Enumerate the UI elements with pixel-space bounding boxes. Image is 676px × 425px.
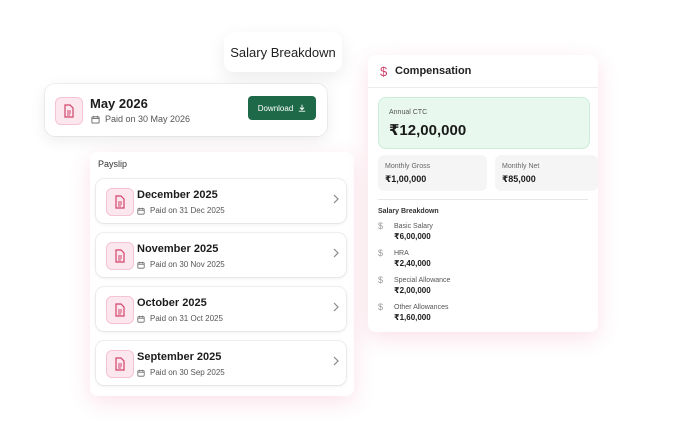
- monthly-gross-value: ₹1,00,000: [385, 174, 427, 184]
- salary-breakdown-title: Salary Breakdown: [378, 208, 439, 215]
- ctc-value: ₹12,00,000: [389, 122, 467, 139]
- payslip-paid-date: Paid on 31 Dec 2025: [137, 206, 225, 215]
- monthly-net-value: ₹85,000: [502, 174, 536, 184]
- chevron-right-icon: [333, 356, 339, 366]
- calendar-icon: [137, 207, 145, 215]
- dollar-icon: $: [380, 64, 388, 79]
- payslip-paid-text: Paid on 31 Oct 2025: [150, 314, 223, 323]
- breakdown-label: HRA: [394, 250, 409, 257]
- document-icon: [106, 188, 134, 216]
- download-label: Download: [257, 103, 294, 113]
- annual-ctc-card: Annual CTC ₹12,00,000: [378, 97, 590, 149]
- payslip-paid-text: Paid on 31 Dec 2025: [150, 206, 225, 215]
- breakdown-label: Other Allowances: [394, 304, 449, 311]
- breakdown-item: $ Other Allowances ₹1,60,000: [378, 302, 578, 324]
- page-title: Salary Breakdown: [230, 44, 336, 60]
- payslip-item[interactable]: November 2025 Paid on 30 Nov 2025: [96, 233, 346, 277]
- breakdown-label: Special Allowance: [394, 277, 451, 284]
- payslip-paid-date: Paid on 31 Oct 2025: [137, 314, 223, 323]
- document-icon: [106, 350, 134, 378]
- payslip-item[interactable]: September 2025 Paid on 30 Sep 2025: [96, 341, 346, 385]
- payslip-month: November 2025: [137, 243, 219, 255]
- breakdown-value: ₹2,00,000: [394, 286, 431, 295]
- dollar-icon: $: [378, 248, 384, 258]
- payslip-item[interactable]: October 2025 Paid on 31 Oct 2025: [96, 287, 346, 331]
- payslip-paid-date: Paid on 30 Nov 2025: [137, 260, 225, 269]
- latest-month: May 2026: [90, 96, 148, 111]
- download-button[interactable]: Download: [248, 96, 316, 120]
- document-icon: [106, 296, 134, 324]
- monthly-gross-label: Monthly Gross: [385, 163, 431, 170]
- chevron-right-icon: [333, 302, 339, 312]
- breakdown-value: ₹6,00,000: [394, 232, 431, 241]
- monthly-net-card: Monthly Net ₹85,000: [495, 155, 598, 191]
- compensation-title: Compensation: [395, 65, 472, 77]
- calendar-icon: [137, 369, 145, 377]
- payslip-month: October 2025: [137, 297, 207, 309]
- payslip-paid-text: Paid on 30 Sep 2025: [150, 368, 225, 377]
- compensation-header: $ Compensation: [368, 55, 598, 88]
- document-icon: [106, 242, 134, 270]
- chevron-right-icon: [333, 194, 339, 204]
- payslip-title: Payslip: [98, 159, 128, 169]
- payslip-panel: Payslip December 2025 Paid on 31 Dec 202…: [90, 152, 354, 396]
- calendar-icon: [91, 115, 100, 124]
- dollar-icon: $: [378, 221, 384, 231]
- document-icon: [55, 97, 83, 125]
- breakdown-value: ₹1,60,000: [394, 313, 431, 322]
- breakdown-label: Basic Salary: [394, 223, 433, 230]
- page-title-card: Salary Breakdown: [224, 32, 342, 72]
- breakdown-value: ₹2,40,000: [394, 259, 431, 268]
- download-icon: [299, 104, 306, 112]
- payslip-month: September 2025: [137, 351, 222, 363]
- breakdown-item: $ Special Allowance ₹2,00,000: [378, 275, 578, 297]
- payslip-paid-text: Paid on 30 Nov 2025: [150, 260, 225, 269]
- latest-paid-text: Paid on 30 May 2026: [105, 114, 191, 124]
- monthly-net-label: Monthly Net: [502, 163, 540, 170]
- ctc-label: Annual CTC: [389, 109, 428, 116]
- breakdown-item: $ HRA ₹2,40,000: [378, 248, 578, 270]
- breakdown-item: $ Basic Salary ₹6,00,000: [378, 221, 578, 243]
- payslip-paid-date: Paid on 30 Sep 2025: [137, 368, 225, 377]
- dollar-icon: $: [378, 275, 384, 285]
- calendar-icon: [137, 261, 145, 269]
- latest-payslip-card: May 2026 Paid on 30 May 2026 Download: [45, 84, 327, 136]
- calendar-icon: [137, 315, 145, 323]
- latest-paid-date: Paid on 30 May 2026: [91, 114, 190, 124]
- dollar-icon: $: [378, 302, 384, 312]
- divider: [378, 199, 588, 200]
- monthly-gross-card: Monthly Gross ₹1,00,000: [378, 155, 487, 191]
- compensation-panel: $ Compensation Annual CTC ₹12,00,000 Mon…: [368, 55, 598, 332]
- payslip-month: December 2025: [137, 189, 218, 201]
- chevron-right-icon: [333, 248, 339, 258]
- payslip-item[interactable]: December 2025 Paid on 31 Dec 2025: [96, 179, 346, 223]
